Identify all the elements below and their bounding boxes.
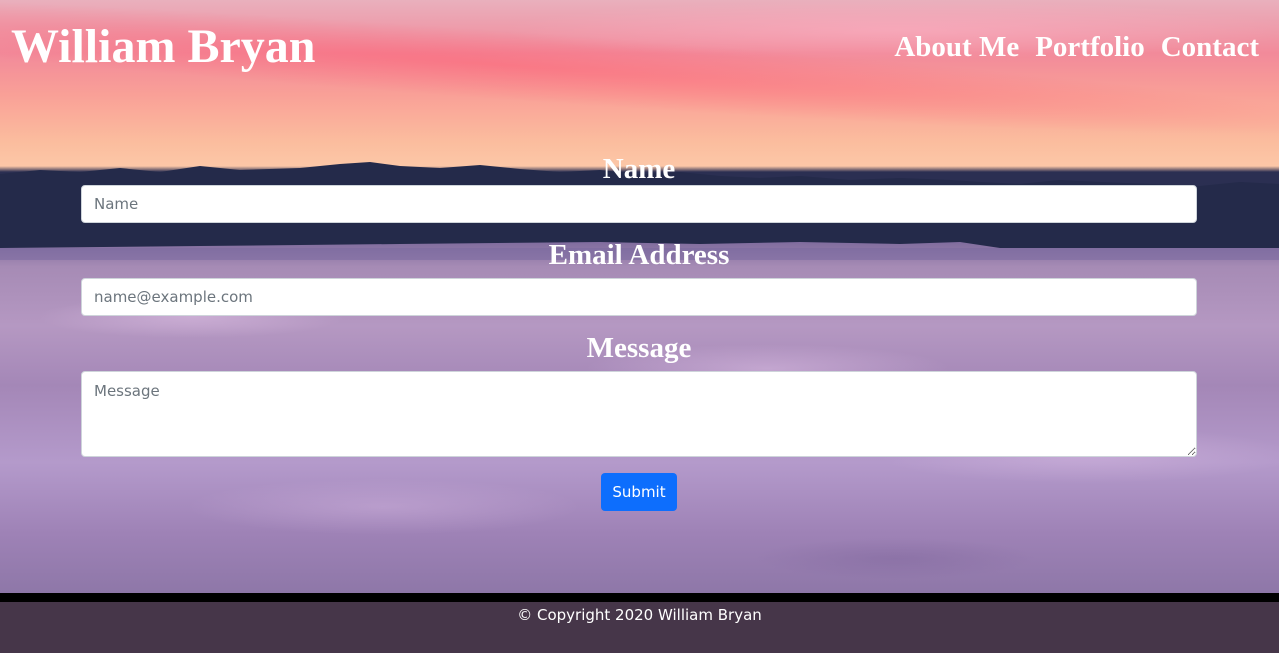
- nav-about-me[interactable]: About Me: [894, 30, 1019, 64]
- nav-portfolio[interactable]: Portfolio: [1035, 30, 1145, 64]
- email-label: Email Address: [548, 239, 730, 271]
- message-label: Message: [586, 332, 692, 364]
- footer: © Copyright 2020 William Bryan: [0, 602, 1279, 653]
- contact-form: Name Email Address Message Submit: [81, 150, 1197, 511]
- name-input[interactable]: [81, 185, 1197, 223]
- message-textarea[interactable]: [81, 371, 1197, 457]
- email-input[interactable]: [81, 278, 1197, 316]
- footer-divider: [0, 593, 1279, 602]
- submit-wrap: Submit: [81, 473, 1197, 511]
- copyright-text: © Copyright 2020 William Bryan: [517, 606, 762, 624]
- nav-contact[interactable]: Contact: [1161, 30, 1259, 64]
- main-nav: About Me Portfolio Contact: [894, 30, 1259, 64]
- submit-button[interactable]: Submit: [601, 473, 677, 511]
- site-title[interactable]: William Bryan: [11, 18, 315, 76]
